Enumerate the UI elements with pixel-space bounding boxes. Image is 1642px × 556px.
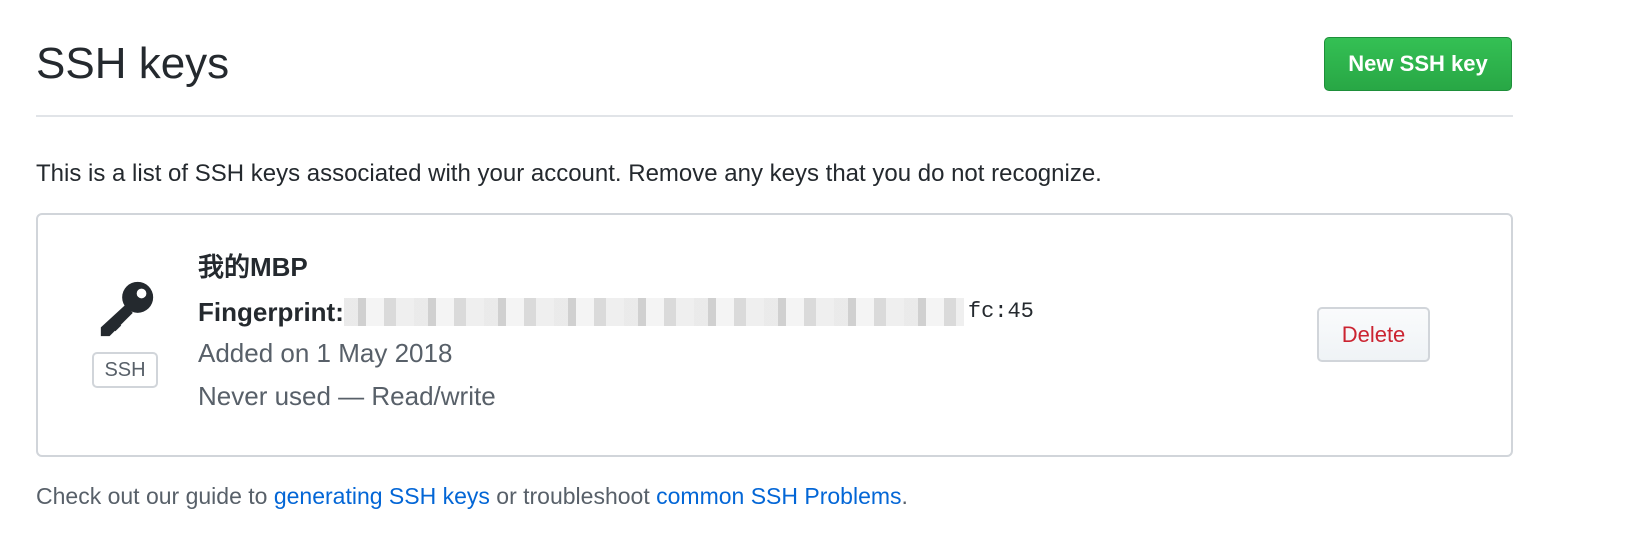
- usage-status: Never used — Read/write: [198, 381, 496, 411]
- title-divider: [36, 115, 1513, 117]
- guide-suffix: .: [901, 483, 908, 509]
- fingerprint-redacted: [343, 298, 964, 326]
- key-icon: [100, 281, 154, 337]
- delete-button[interactable]: Delete: [1317, 307, 1430, 362]
- guide-prefix: Check out our guide to: [36, 483, 274, 509]
- generating-ssh-keys-link[interactable]: generating SSH keys: [274, 483, 490, 509]
- added-date: Added on 1 May 2018: [198, 338, 453, 368]
- fingerprint-value: fc:45: [967, 299, 1034, 324]
- key-title: 我的MBP: [198, 252, 308, 282]
- guide-text: Check out our guide to generating SSH ke…: [36, 480, 908, 512]
- ssh-type-badge: SSH: [92, 352, 158, 388]
- fingerprint-label: Fingerprint:: [198, 297, 344, 327]
- new-ssh-key-button[interactable]: New SSH key: [1324, 37, 1512, 91]
- ssh-key-list-item: SSH 我的MBP Fingerprint: fc:45 Added on 1 …: [36, 213, 1513, 457]
- fingerprint-row: Fingerprint: fc:45: [198, 296, 1034, 328]
- common-ssh-problems-link[interactable]: common SSH Problems: [656, 483, 901, 509]
- intro-text: This is a list of SSH keys associated wi…: [36, 160, 1102, 187]
- page-title: SSH keys: [36, 39, 230, 88]
- guide-middle: or troubleshoot: [489, 483, 657, 509]
